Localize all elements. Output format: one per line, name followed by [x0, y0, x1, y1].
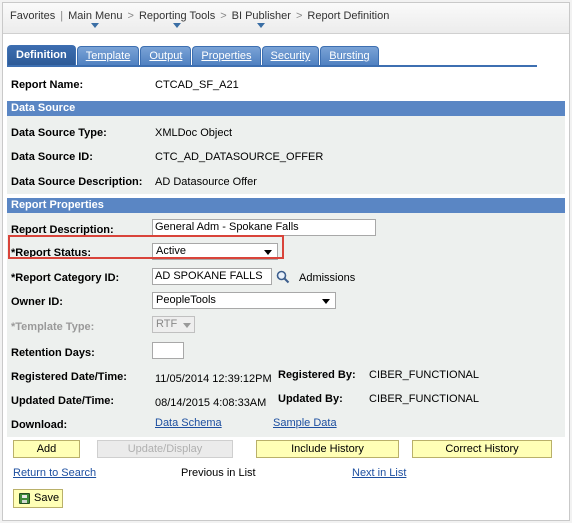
template-type-label: *Template Type: [11, 321, 95, 333]
search-icon[interactable] [276, 270, 290, 284]
data-source-type-label: Data Source Type: [11, 127, 107, 139]
breadcrumb-separator: | [60, 10, 64, 22]
update-display-button: Update/Display [97, 440, 233, 458]
breadcrumb-separator: > [127, 10, 134, 22]
registered-datetime-label: Registered Date/Time: [11, 371, 127, 383]
data-source-header: Data Source [7, 101, 565, 116]
tab-security[interactable]: Security [261, 46, 320, 66]
owner-id-label: Owner ID: [11, 296, 63, 308]
chevron-down-icon [183, 323, 191, 328]
tab-output[interactable]: Output [140, 46, 192, 66]
breadcrumb-report-definition[interactable]: Report Definition [307, 10, 389, 22]
previous-in-list-text: Previous in List [181, 467, 256, 479]
tab-properties[interactable]: Properties [192, 46, 261, 66]
breadcrumb: Favorites | Main Menu > Reporting Tools > BI P… [3, 3, 569, 34]
report-name-value: CTCAD_SF_A21 [155, 79, 239, 91]
next-in-list-link[interactable]: Next in List [352, 467, 406, 479]
report-name-label: Report Name: [11, 79, 84, 91]
data-source-id-value: CTC_AD_DATASOURCE_OFFER [155, 151, 324, 163]
correct-history-button[interactable]: Correct History [412, 440, 552, 458]
report-category-input[interactable]: AD SPOKANE FALLS [152, 268, 272, 285]
template-type-value: RTF [156, 318, 178, 330]
updated-by-label: Updated By: [278, 393, 343, 405]
registered-by-value: CIBER_FUNCTIONAL [369, 369, 480, 381]
registered-by-label: Registered By: [278, 369, 356, 381]
owner-id-value: PeopleTools [156, 294, 216, 306]
data-source-description-label: Data Source Description: [11, 176, 143, 188]
report-description-input[interactable]: General Adm - Spokane Falls [152, 219, 376, 236]
breadcrumb-separator: > [295, 10, 303, 22]
tab-underline [7, 65, 537, 67]
breadcrumb-bi-publisher[interactable]: BI Publisher [232, 10, 291, 28]
retention-days-label: Retention Days: [11, 347, 95, 359]
return-to-search-link[interactable]: Return to Search [13, 467, 96, 479]
owner-id-select[interactable]: PeopleTools [152, 292, 336, 309]
retention-days-input[interactable] [152, 342, 184, 359]
save-label: Save [34, 492, 60, 504]
data-schema-link[interactable]: Data Schema [155, 417, 222, 429]
sample-data-link[interactable]: Sample Data [273, 417, 337, 429]
breadcrumb-main-menu[interactable]: Main Menu [68, 10, 123, 28]
include-history-button[interactable]: Include History [256, 440, 399, 458]
registered-datetime-value: 11/05/2014 12:39:12PM [155, 373, 272, 385]
report-properties-header: Report Properties [7, 198, 565, 213]
page-tabs: Definition Template Output Properties Securi… [7, 45, 380, 66]
breadcrumb-separator: > [220, 10, 227, 22]
updated-datetime-value: 08/14/2015 4:08:33AM [155, 397, 267, 409]
data-source-id-label: Data Source ID: [11, 151, 93, 163]
report-category-description: Admissions [299, 272, 356, 284]
floppy-disk-icon [19, 493, 30, 504]
data-source-type-value: XMLDoc Object [155, 127, 233, 139]
report-status-highlight [8, 235, 284, 259]
updated-by-value: CIBER_FUNCTIONAL [369, 393, 480, 405]
breadcrumb-reporting-tools[interactable]: Reporting Tools [139, 10, 215, 28]
breadcrumb-favorites[interactable]: Favorites [10, 10, 55, 22]
tab-bursting[interactable]: Bursting [320, 46, 379, 66]
report-category-label: *Report Category ID: [11, 272, 120, 284]
tab-definition[interactable]: Definition [7, 45, 76, 66]
add-button[interactable]: Add [13, 440, 80, 458]
save-button[interactable]: Save [13, 489, 63, 508]
updated-datetime-label: Updated Date/Time: [11, 395, 115, 407]
download-label: Download: [11, 419, 68, 431]
data-source-description-value: AD Datasource Offer [155, 176, 257, 188]
tab-template[interactable]: Template [76, 46, 140, 66]
template-type-select: RTF [152, 316, 195, 333]
chevron-down-icon [322, 299, 330, 304]
